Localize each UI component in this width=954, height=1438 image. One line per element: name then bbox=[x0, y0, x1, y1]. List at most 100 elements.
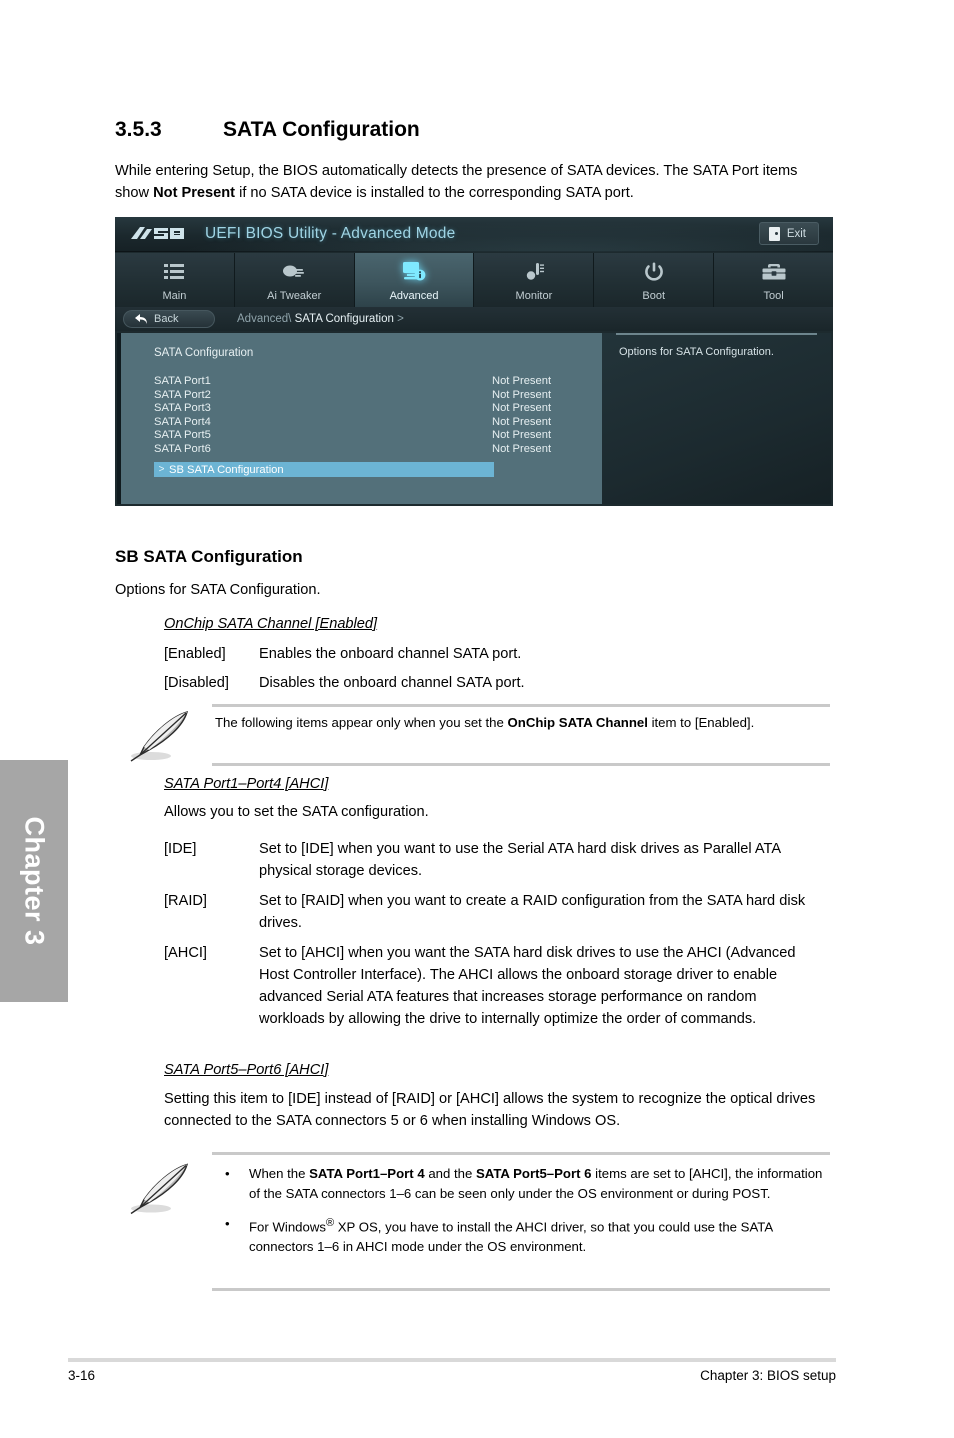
back-button[interactable]: Back bbox=[123, 310, 215, 328]
note2-b1-pre: When the bbox=[249, 1166, 310, 1181]
note2-top-divider bbox=[212, 1152, 830, 1155]
note2-b1-mid: and the bbox=[424, 1166, 476, 1181]
back-arrow-icon bbox=[135, 314, 147, 324]
sata-port5-6-heading: SATA Port5–Port6 [AHCI] bbox=[164, 1062, 329, 1078]
onchip-enabled-desc: Enables the onboard channel SATA port. bbox=[259, 646, 522, 662]
sata-port1-value: Not Present bbox=[492, 375, 552, 387]
tab-monitor[interactable]: Monitor bbox=[474, 253, 595, 307]
note2-b1-bold2: SATA Port5–Port 6 bbox=[475, 1166, 592, 1181]
page-number: 3-16 bbox=[68, 1368, 96, 1383]
sata-port1-4-description: Allows you to set the SATA configuration… bbox=[164, 804, 429, 820]
sata-port1-label: SATA Port1 bbox=[154, 375, 211, 387]
note1-pre: The following items appear only when you… bbox=[215, 715, 508, 730]
note2-b1-bold1: SATA Port1–Port 4 bbox=[309, 1166, 425, 1181]
tab-tool-label: Tool bbox=[763, 290, 784, 302]
intro-paragraph: While entering Setup, the BIOS automatic… bbox=[115, 160, 835, 204]
sb-sata-configuration-label: SB SATA Configuration bbox=[169, 463, 284, 476]
sata-configuration-heading: SATA Configuration bbox=[154, 347, 254, 359]
sata-port1-4-heading: SATA Port1–Port4 [AHCI] bbox=[164, 776, 329, 792]
ahci-desc: Set to [AHCI] when you want the SATA har… bbox=[259, 945, 796, 1027]
tab-tool[interactable]: Tool bbox=[714, 253, 833, 307]
breadcrumb-parent[interactable]: Advanced\ bbox=[237, 313, 291, 325]
toolbox-icon bbox=[761, 260, 787, 284]
onchip-disabled-term: [Disabled] bbox=[164, 675, 229, 691]
tab-boot[interactable]: Boot bbox=[594, 253, 715, 307]
note2-b2-pre: For Windows bbox=[249, 1219, 326, 1235]
breadcrumb-suffix: > bbox=[397, 313, 404, 325]
intro-line-1: While entering Setup, the BIOS automatic… bbox=[115, 163, 728, 179]
note2-bottom-divider bbox=[212, 1288, 830, 1291]
onchip-enabled-term: [Enabled] bbox=[164, 646, 226, 662]
onchip-sata-channel-heading: OnChip SATA Channel [Enabled] bbox=[164, 616, 378, 632]
ahci-term: [AHCI] bbox=[164, 945, 207, 961]
bullet-dot-icon: • bbox=[225, 1166, 230, 1181]
breadcrumb: Advanced\ SATA Configuration > bbox=[237, 313, 404, 325]
tab-main-label: Main bbox=[162, 290, 187, 302]
advanced-monitor-icon bbox=[401, 260, 427, 284]
help-panel-divider bbox=[616, 333, 817, 335]
note-onchip-text: The following items appear only when you… bbox=[215, 713, 823, 733]
bios-utility-title: UEFI BIOS Utility - Advanced Mode bbox=[205, 225, 456, 242]
bios-nav-bar: Main Ai Tweaker Advanced Monitor Boot To… bbox=[115, 253, 833, 307]
document-page: 3.5.3 SATA Configuration While entering S… bbox=[0, 0, 954, 1438]
table-row[interactable]: SATA Port6 Not Present bbox=[154, 443, 584, 457]
thermometer-icon bbox=[521, 260, 547, 284]
note-top-divider bbox=[212, 704, 830, 707]
bullet-dot-icon: • bbox=[225, 1216, 230, 1231]
sb-sata-description: Options for SATA Configuration. bbox=[115, 582, 321, 598]
tab-ai-tweaker-label: Ai Tweaker bbox=[267, 290, 322, 302]
footer-chapter-label: Chapter 3: BIOS setup bbox=[700, 1368, 836, 1383]
table-row[interactable]: SATA Port5 Not Present bbox=[154, 429, 584, 443]
ide-desc: Set to [IDE] when you want to use the Se… bbox=[259, 841, 781, 879]
table-row[interactable]: SATA Port3 Not Present bbox=[154, 402, 584, 416]
sb-sata-configuration-item[interactable]: > SB SATA Configuration bbox=[154, 462, 494, 477]
tab-main[interactable]: Main bbox=[115, 253, 235, 307]
note1-mid: item to bbox=[647, 715, 692, 730]
section-title: SATA Configuration bbox=[223, 118, 420, 141]
note1-bold: OnChip SATA Channel bbox=[507, 715, 648, 730]
raid-term: [RAID] bbox=[164, 893, 207, 909]
onchip-disabled-desc: Disables the onboard channel SATA port. bbox=[259, 675, 525, 691]
table-row[interactable]: SATA Port2 Not Present bbox=[154, 389, 584, 403]
list-item: • For Windows® XP OS, you have to instal… bbox=[215, 1214, 833, 1256]
sata-port6-label: SATA Port6 bbox=[154, 442, 211, 455]
sata-port4-label: SATA Port4 bbox=[154, 415, 211, 428]
note1-line2: [Enabled]. bbox=[694, 715, 755, 730]
bios-settings-panel: SATA Configuration SATA Port1 Not Presen… bbox=[117, 333, 602, 504]
table-row[interactable]: SATA Port1 Not Present bbox=[154, 375, 584, 389]
sata-port2-value: Not Present bbox=[492, 388, 552, 401]
registered-trademark-icon: ® bbox=[325, 1217, 335, 1229]
tweaker-icon bbox=[281, 260, 307, 284]
page-title: 3.5.3 SATA Configuration bbox=[115, 118, 855, 142]
list-icon bbox=[161, 260, 187, 284]
note-box-ahci: • When the SATA Port1–Port 4 and the SAT… bbox=[115, 1152, 833, 1292]
sata-port5-label: SATA Port5 bbox=[154, 429, 211, 441]
exit-door-icon bbox=[768, 226, 780, 241]
sata-port5-value: Not Present bbox=[492, 429, 552, 441]
note-bottom-divider bbox=[212, 763, 830, 766]
note-ahci-text: • When the SATA Port1–Port 4 and the SAT… bbox=[215, 1164, 833, 1267]
bios-screenshot: UEFI BIOS Utility - Advanced Mode Exit M… bbox=[115, 217, 833, 506]
table-row[interactable]: SATA Port4 Not Present bbox=[154, 416, 584, 430]
breadcrumb-current: SATA Configuration bbox=[294, 313, 394, 325]
sb-sata-heading: SB SATA Configuration bbox=[115, 547, 303, 566]
sata-port2-label: SATA Port2 bbox=[154, 388, 211, 401]
list-item: • When the SATA Port1–Port 4 and the SAT… bbox=[215, 1164, 833, 1203]
sata-port5-6-description: Setting this item to [IDE] instead of [R… bbox=[164, 1091, 816, 1129]
exit-button[interactable]: Exit bbox=[758, 222, 819, 245]
asus-logo-icon bbox=[131, 224, 193, 243]
note-quill-icon bbox=[130, 1163, 189, 1215]
sata-port3-value: Not Present bbox=[492, 402, 552, 414]
note-quill-icon bbox=[130, 710, 189, 762]
asus-logo-svg bbox=[131, 226, 184, 239]
tab-advanced-label: Advanced bbox=[389, 290, 439, 302]
chevron-right-icon: > bbox=[158, 464, 165, 475]
tab-advanced[interactable]: Advanced bbox=[354, 253, 475, 307]
bios-help-panel: Options for SATA Configuration. bbox=[602, 333, 831, 504]
tab-ai-tweaker[interactable]: Ai Tweaker bbox=[234, 253, 355, 307]
intro-not-present-bold: Not Present bbox=[153, 185, 236, 201]
power-icon bbox=[641, 260, 667, 284]
help-text: Options for SATA Configuration. bbox=[619, 346, 774, 358]
note-box-onchip: The following items appear only when you… bbox=[115, 704, 833, 766]
sata-port3-label: SATA Port3 bbox=[154, 402, 211, 414]
